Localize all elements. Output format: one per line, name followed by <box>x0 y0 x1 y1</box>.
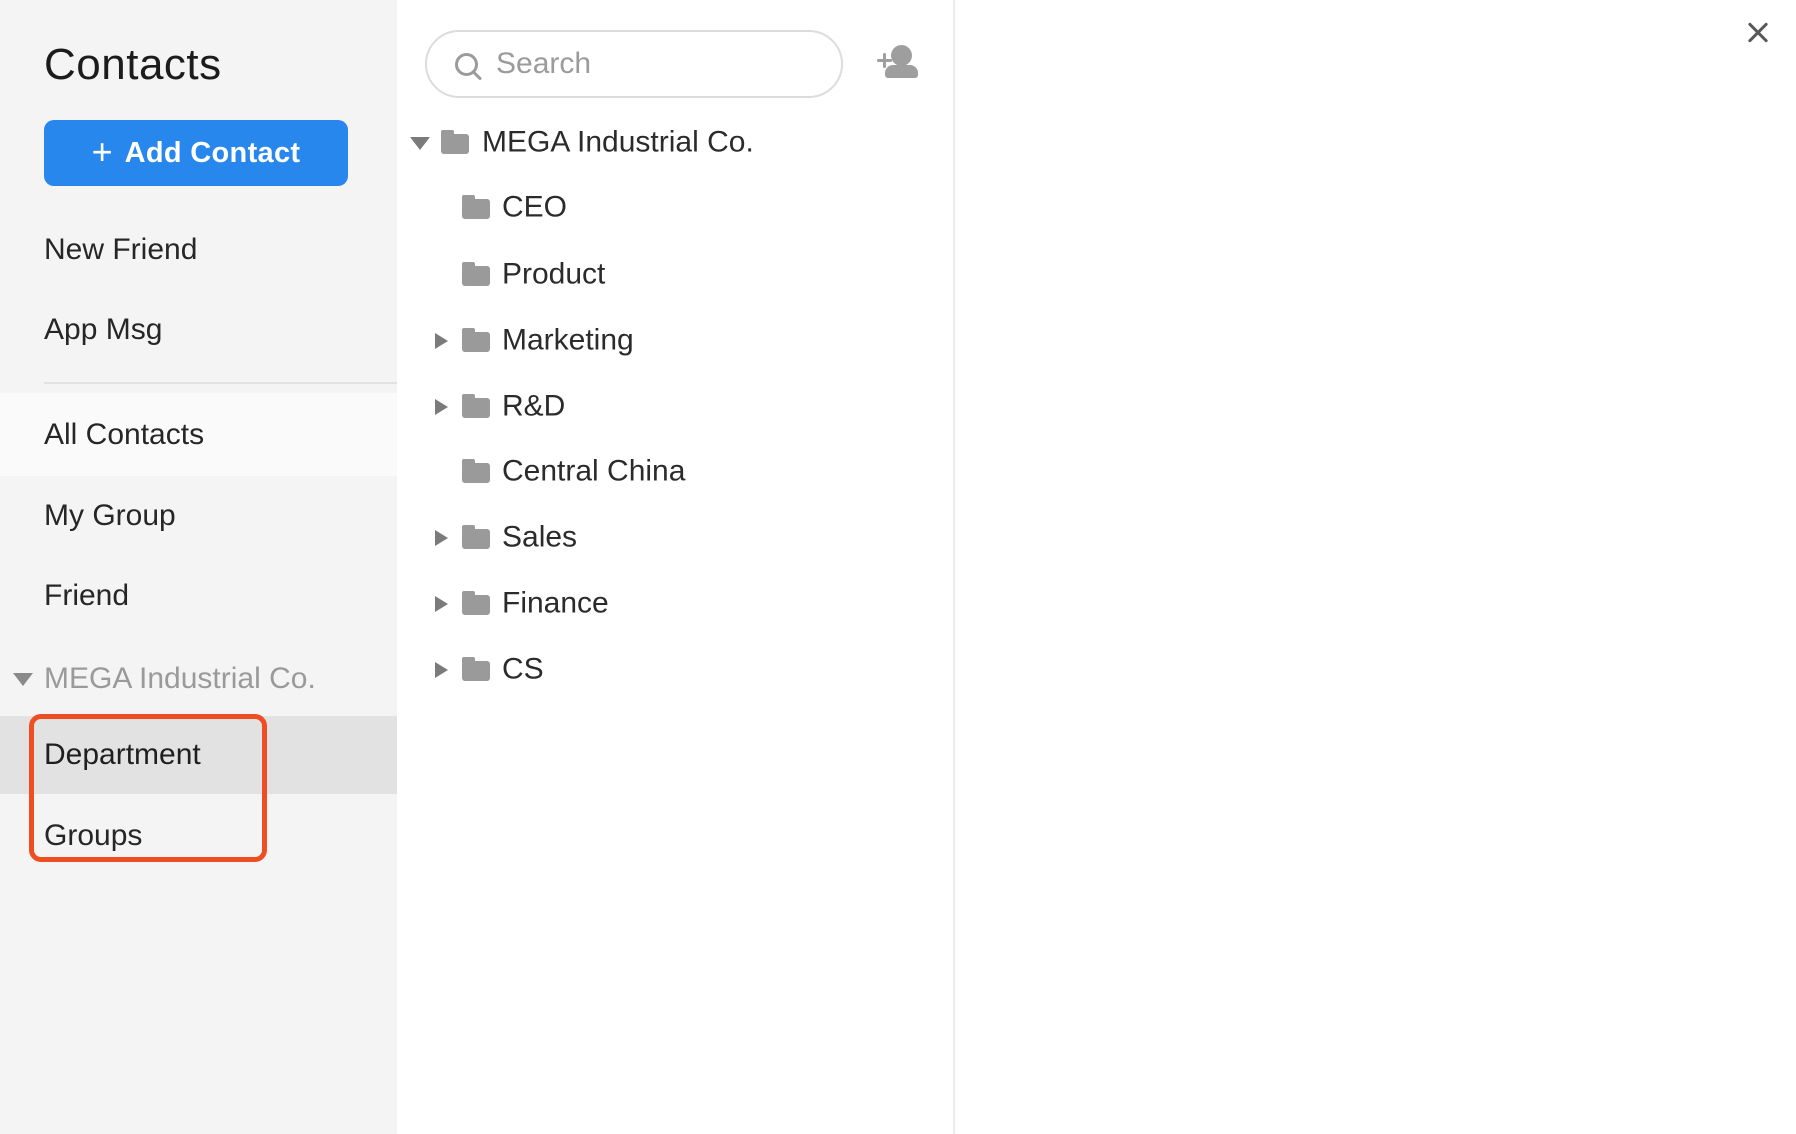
add-person-icon[interactable] <box>877 45 918 78</box>
folder-icon <box>462 595 490 615</box>
tree-node-sales[interactable]: Sales <box>397 505 953 571</box>
sidebar-item-all-contacts[interactable]: All Contacts <box>0 393 397 476</box>
add-contact-button[interactable]: + Add Contact <box>44 120 348 186</box>
tree-node-label: Finance <box>502 586 609 620</box>
contacts-window: Contacts + Add Contact New Friend App Ms… <box>0 0 1796 1134</box>
plus-icon: + <box>92 134 113 170</box>
sidebar-item-label: App Msg <box>44 313 162 347</box>
chevron-right-icon[interactable] <box>435 333 448 349</box>
add-contact-label: Add Contact <box>125 137 301 170</box>
tree-node-ceo[interactable]: CEO <box>397 175 953 241</box>
sidebar-item-mega-industrial[interactable]: MEGA Industrial Co. <box>0 639 397 719</box>
tree-node-mega-industrial[interactable]: MEGA Industrial Co. <box>397 110 953 176</box>
tree-node-label: CEO <box>502 190 567 224</box>
sidebar-item-department[interactable]: Department <box>0 716 397 794</box>
tree-node-label: Marketing <box>502 323 634 357</box>
tree-node-label: CS <box>502 652 544 686</box>
search-bar[interactable] <box>425 30 843 98</box>
sidebar-item-label: MEGA Industrial Co. <box>44 662 316 696</box>
sidebar-item-label: All Contacts <box>44 418 204 452</box>
directory-panel: MEGA Industrial Co. CEO Product Marketin… <box>397 0 955 1134</box>
sidebar-item-label: My Group <box>44 499 176 533</box>
tree-node-label: MEGA Industrial Co. <box>482 125 754 159</box>
close-icon[interactable] <box>1745 20 1771 46</box>
sidebar: Contacts + Add Contact New Friend App Ms… <box>0 0 397 1134</box>
sidebar-item-friend[interactable]: Friend <box>0 556 397 636</box>
search-icon <box>455 53 478 76</box>
sidebar-item-label: Department <box>44 738 201 772</box>
sidebar-item-label: New Friend <box>44 233 197 267</box>
chevron-right-icon[interactable] <box>435 530 448 546</box>
chevron-down-icon[interactable] <box>410 137 430 150</box>
chevron-right-icon[interactable] <box>435 399 448 415</box>
person-body-icon <box>885 65 918 78</box>
folder-icon <box>462 463 490 483</box>
chevron-right-icon[interactable] <box>435 596 448 612</box>
tree-node-product[interactable]: Product <box>397 242 953 308</box>
tree-node-label: Sales <box>502 520 577 554</box>
folder-icon <box>462 332 490 352</box>
sidebar-item-label: Friend <box>44 579 129 613</box>
detail-panel <box>955 0 1796 1134</box>
sidebar-item-my-group[interactable]: My Group <box>0 476 397 556</box>
person-head-icon <box>891 45 912 66</box>
tree-node-marketing[interactable]: Marketing <box>397 308 953 374</box>
tree-node-label: Product <box>502 257 605 291</box>
sidebar-item-label: Groups <box>44 819 142 853</box>
folder-icon <box>462 529 490 549</box>
folder-icon <box>462 199 490 219</box>
tree-node-label: R&D <box>502 389 565 423</box>
search-input[interactable] <box>494 46 818 82</box>
sidebar-item-groups[interactable]: Groups <box>0 796 397 876</box>
tree-node-central-china[interactable]: Central China <box>397 439 953 505</box>
folder-icon <box>462 661 490 681</box>
folder-icon <box>462 266 490 286</box>
tree-node-finance[interactable]: Finance <box>397 571 953 637</box>
page-title: Contacts <box>44 40 222 90</box>
tree-node-cs[interactable]: CS <box>397 637 953 703</box>
sidebar-divider <box>44 382 397 384</box>
sidebar-item-app-msg[interactable]: App Msg <box>0 290 397 370</box>
sidebar-item-new-friend[interactable]: New Friend <box>0 210 397 290</box>
folder-icon <box>462 398 490 418</box>
tree-node-rd[interactable]: R&D <box>397 374 953 440</box>
tree-node-label: Central China <box>502 454 685 488</box>
chevron-right-icon[interactable] <box>435 662 448 678</box>
folder-icon <box>441 134 469 154</box>
chevron-down-icon <box>13 673 33 686</box>
